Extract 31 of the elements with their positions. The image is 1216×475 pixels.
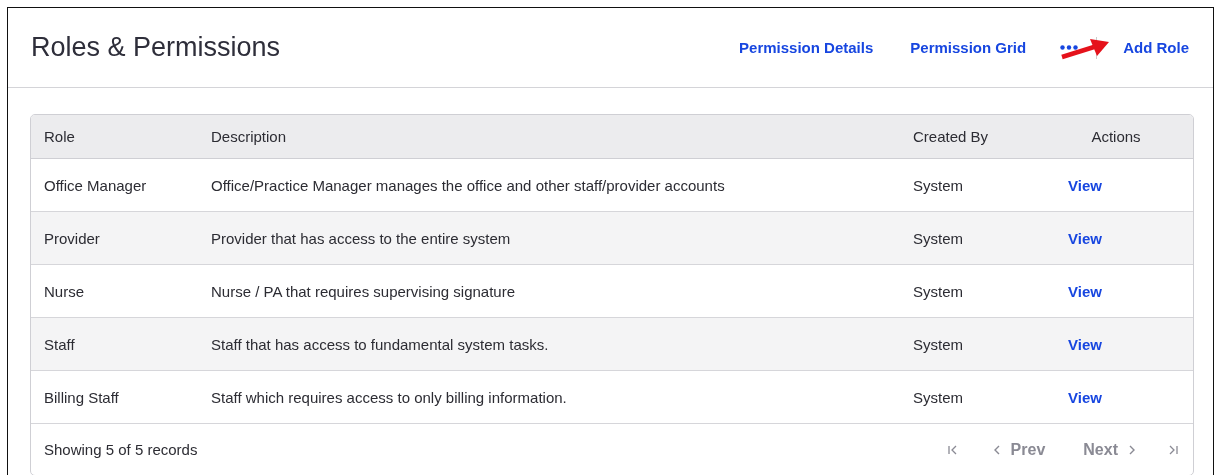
header-link[interactable]: Permission Details bbox=[739, 39, 874, 56]
column-header: Description bbox=[198, 115, 900, 159]
view-link[interactable]: View bbox=[1068, 229, 1102, 247]
table-cell: Provider bbox=[31, 211, 198, 265]
table-cell: System bbox=[900, 158, 1039, 212]
column-header: Actions bbox=[1039, 115, 1193, 159]
table-cell: Office Manager bbox=[31, 158, 198, 212]
add-role-link[interactable]: Add Role bbox=[1123, 39, 1189, 56]
column-header: Created By bbox=[900, 115, 1039, 159]
annotation-arrow bbox=[1060, 36, 1110, 60]
table-cell: Staff which requires access to only billing information. bbox=[198, 370, 900, 424]
table-cell: Nurse / PA that requires supervising signature bbox=[198, 264, 900, 318]
table-cell: Office/Practice Manager manages the office and other staff/provider accounts bbox=[198, 158, 900, 212]
header-link[interactable]: Permission Grid bbox=[910, 39, 1027, 56]
table-cell: Staff bbox=[31, 317, 198, 371]
table-cell: Billing Staff bbox=[31, 370, 198, 424]
records-summary: Showing 5 of 5 records bbox=[44, 441, 199, 458]
table-cell: System bbox=[900, 317, 1039, 371]
view-link[interactable]: View bbox=[1068, 335, 1102, 353]
view-link[interactable]: View bbox=[1068, 282, 1102, 300]
column-header: Role bbox=[31, 115, 198, 159]
table-cell: System bbox=[900, 211, 1039, 265]
table-cell: Staff that has access to fundamental system tasks. bbox=[198, 317, 900, 371]
view-link[interactable]: View bbox=[1068, 388, 1102, 406]
table-cell: System bbox=[900, 264, 1039, 318]
table-cell: System bbox=[900, 370, 1039, 424]
page-title: Roles & Permissions bbox=[31, 32, 282, 63]
more-icon[interactable] bbox=[1060, 45, 1079, 50]
table-cell: Provider that has access to the entire system bbox=[198, 211, 900, 265]
view-link[interactable]: View bbox=[1068, 176, 1102, 194]
table-cell: Nurse bbox=[31, 264, 198, 318]
